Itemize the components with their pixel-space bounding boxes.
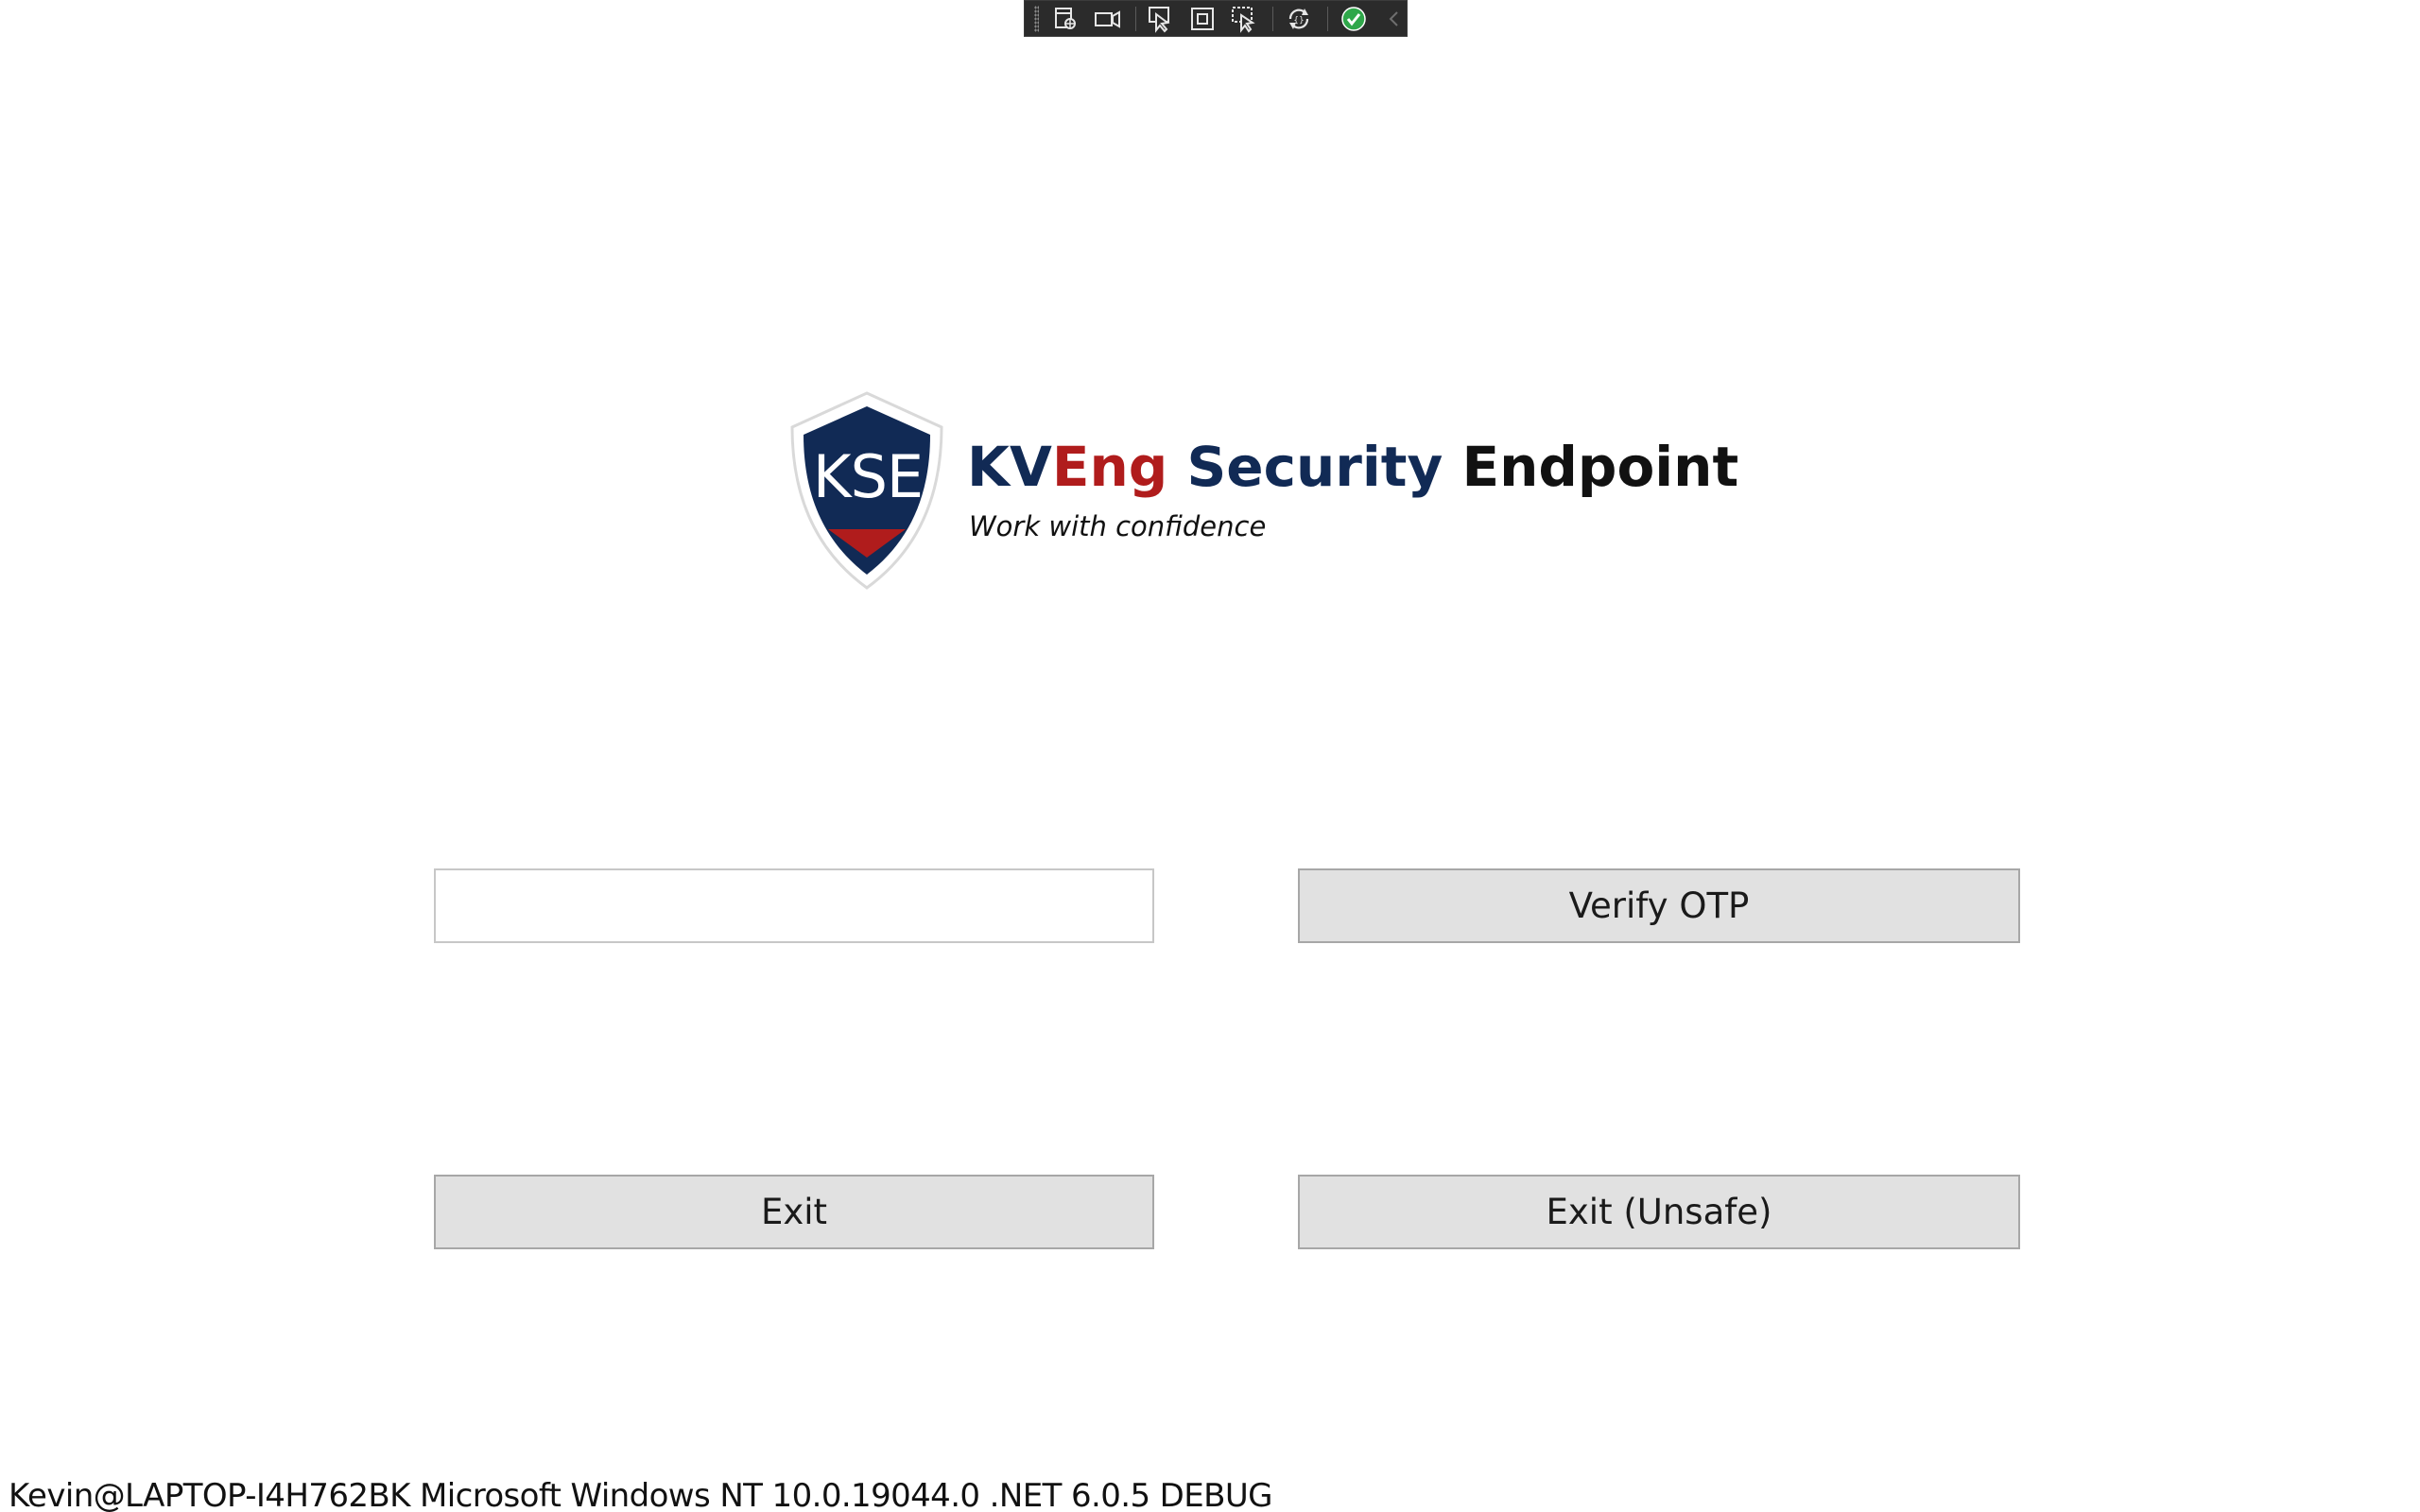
select-element-icon[interactable]	[1147, 3, 1175, 35]
svg-text:{}: {}	[1293, 16, 1304, 26]
collapse-chevron-icon[interactable]	[1382, 3, 1407, 35]
brand-title-eng: Eng	[1051, 435, 1168, 499]
toolbar-grip[interactable]	[1034, 5, 1039, 32]
shield-icon: KSE	[783, 387, 951, 595]
environment-status-text: Kevin@LAPTOP-I4H762BK Microsoft Windows …	[9, 1477, 1273, 1512]
track-focus-icon[interactable]	[1230, 3, 1258, 35]
exit-unsafe-button-label: Exit (Unsafe)	[1546, 1192, 1772, 1232]
verify-otp-button[interactable]: Verify OTP	[1298, 868, 2020, 943]
toolbar-separator	[1327, 6, 1328, 31]
brand-title-endpoint: Endpoint	[1461, 435, 1739, 499]
exit-unsafe-button[interactable]: Exit (Unsafe)	[1298, 1175, 2020, 1249]
brand-tagline: Work with confidence	[969, 510, 1267, 542]
otp-input[interactable]	[434, 868, 1154, 943]
kse-logo: KSE KVEng Security Endpoint Work with co…	[783, 387, 1738, 605]
logo-badge-text: KSE	[812, 442, 924, 511]
exit-button-label: Exit	[760, 1192, 828, 1232]
display-layout-adorners-icon[interactable]	[1189, 3, 1216, 35]
brand-title-security: Security	[1186, 435, 1443, 499]
exit-button[interactable]: Exit	[434, 1175, 1154, 1249]
debug-toolbar: {}	[1024, 0, 1408, 37]
binding-status-ok-icon[interactable]	[1340, 3, 1368, 35]
visual-tree-icon[interactable]	[1052, 3, 1079, 35]
verify-otp-button-label: Verify OTP	[1568, 885, 1750, 926]
otp-window: {} KSE KVEng Security Endpoint Work with…	[0, 0, 2420, 1512]
video-camera-icon[interactable]	[1093, 3, 1121, 35]
brand-title-kv: KV	[967, 435, 1052, 499]
toolbar-separator	[1134, 6, 1136, 31]
brand-title: KVEng Security Endpoint	[967, 439, 1738, 494]
hot-reload-icon[interactable]: {}	[1285, 3, 1313, 35]
toolbar-separator	[1272, 6, 1274, 31]
